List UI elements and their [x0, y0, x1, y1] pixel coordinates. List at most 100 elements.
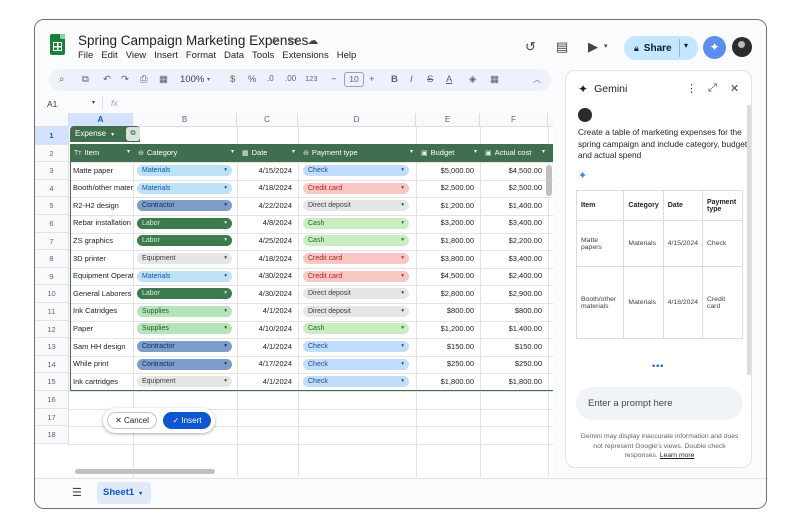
- payment-type-chip[interactable]: Cash ▾: [303, 217, 409, 229]
- column-header-d[interactable]: D: [298, 113, 416, 127]
- chevron-down-icon[interactable]: ▾: [401, 200, 404, 211]
- chevron-down-icon[interactable]: ▾: [224, 359, 227, 370]
- table-row[interactable]: Ink Catridges Supplies ▾ 4/1/2024 Direct dep…: [35, 302, 553, 320]
- chevron-down-icon[interactable]: ▾: [401, 306, 404, 317]
- name-box-dropdown-icon[interactable]: ▾: [92, 99, 95, 106]
- currency-icon[interactable]: $: [230, 74, 235, 85]
- table-row[interactable]: Sam HH design Contractor ▾ 4/1/2024 Check ▾ $1…: [35, 338, 553, 356]
- gemini-toggle-button[interactable]: ✦: [703, 36, 726, 59]
- cell-budget[interactable]: $2,500.00: [416, 179, 480, 197]
- cell-actual-cost[interactable]: $4,500.00: [480, 162, 548, 180]
- print-icon[interactable]: ⎙: [140, 74, 148, 85]
- payment-type-chip[interactable]: Direct deposit ▾: [303, 200, 409, 212]
- category-chip[interactable]: Equipment ▾: [137, 252, 232, 264]
- row-header[interactable]: 1: [35, 127, 69, 145]
- header-budget-dropdown-icon[interactable]: ▾: [474, 144, 477, 162]
- payment-type-chip[interactable]: Check ▾: [303, 376, 409, 388]
- cell-actual-cost[interactable]: $2,400.00: [480, 267, 548, 285]
- cell-actual-cost[interactable]: $1,800.00: [480, 373, 548, 391]
- category-chip[interactable]: Contractor ▾: [137, 200, 232, 212]
- payment-type-chip[interactable]: Check ▾: [303, 164, 409, 176]
- category-chip[interactable]: Labor ▾: [137, 217, 232, 229]
- cell-actual-cost[interactable]: $2,500.00: [480, 179, 548, 197]
- cell-difference[interactable]: -: [548, 320, 553, 338]
- chevron-down-icon[interactable]: ▾: [224, 200, 227, 211]
- header-actual-dropdown-icon[interactable]: ▾: [542, 144, 545, 162]
- row-header[interactable]: 18: [35, 426, 69, 444]
- italic-icon[interactable]: I: [410, 74, 413, 85]
- payment-type-chip[interactable]: Credit card ▾: [303, 182, 409, 194]
- cell-budget[interactable]: $1,200.00: [416, 197, 480, 215]
- chevron-down-icon[interactable]: ▾: [224, 235, 227, 246]
- chevron-down-icon[interactable]: ▾: [401, 165, 404, 176]
- cell-item[interactable]: Equipment Operators: [73, 267, 133, 285]
- increase-decimal-icon[interactable]: .00: [285, 74, 296, 83]
- cell-difference[interactable]: -: [548, 232, 553, 250]
- chevron-down-icon[interactable]: ▾: [224, 341, 227, 352]
- cell-difference[interactable]: -: [548, 285, 553, 303]
- chevron-down-icon[interactable]: ▾: [224, 271, 227, 282]
- cell-item[interactable]: Ink cartridges: [73, 373, 133, 391]
- more-options-icon[interactable]: ⋮: [686, 82, 697, 95]
- formula-input[interactable]: [127, 96, 547, 110]
- header-date-dropdown-icon[interactable]: ▾: [292, 144, 295, 162]
- column-header-g[interactable]: G: [548, 113, 553, 127]
- chevron-down-icon[interactable]: ▾: [401, 341, 404, 352]
- cell-item[interactable]: Rebar installation: [73, 214, 133, 232]
- horizontal-scrollbar[interactable]: [75, 469, 215, 474]
- percent-icon[interactable]: %: [248, 74, 256, 85]
- menu-item-format[interactable]: Format: [186, 50, 216, 61]
- cell-actual-cost[interactable]: $2,900.00: [480, 285, 548, 303]
- header-date[interactable]: ▦ Date ▾: [242, 144, 299, 162]
- chevron-down-icon[interactable]: ▾: [224, 218, 227, 229]
- cell-budget[interactable]: $250.00: [416, 355, 480, 373]
- table-row[interactable]: Rebar installation Labor ▾ 4/8/2024 Cash ▾ $3,…: [35, 214, 553, 232]
- column-header-f[interactable]: F: [480, 113, 548, 127]
- cell-item[interactable]: R2-H2 design: [73, 197, 133, 215]
- table-row[interactable]: ZS graphics Labor ▾ 4/25/2024 Cash ▾ $1,800.00…: [35, 232, 553, 250]
- table-options-icon[interactable]: ⧉: [126, 127, 140, 141]
- row-header[interactable]: 17: [35, 408, 69, 427]
- meet-dropdown-icon[interactable]: ▾: [604, 42, 608, 50]
- chevron-down-icon[interactable]: ▾: [224, 183, 227, 194]
- chevron-down-icon[interactable]: ▾: [401, 323, 404, 334]
- comments-icon[interactable]: ▤: [556, 39, 568, 55]
- cell-item[interactable]: General Laborers: [73, 285, 133, 303]
- category-chip[interactable]: Supplies ▾: [137, 305, 232, 317]
- chevron-down-icon[interactable]: ▾: [401, 271, 404, 282]
- zoom-dropdown-icon[interactable]: ▾: [207, 76, 210, 83]
- chevron-down-icon[interactable]: ▾: [401, 359, 404, 370]
- cell-difference[interactable]: [548, 302, 553, 320]
- cell-date[interactable]: 4/8/2024: [237, 214, 298, 232]
- category-chip[interactable]: Labor ▾: [137, 235, 232, 247]
- cell-budget[interactable]: $1,800.00: [416, 373, 480, 391]
- chevron-down-icon[interactable]: ▾: [224, 306, 227, 317]
- cell-budget[interactable]: $1,200.00: [416, 320, 480, 338]
- cell-date[interactable]: 4/1/2024: [237, 302, 298, 320]
- header-category[interactable]: ⊖ Category ▾: [138, 144, 238, 162]
- cell-item[interactable]: While print: [73, 355, 133, 373]
- number-format-button[interactable]: 123: [305, 74, 318, 83]
- cell-difference[interactable]: [548, 373, 553, 391]
- search-icon[interactable]: ⌕: [59, 74, 64, 85]
- vertical-scrollbar[interactable]: [546, 165, 552, 196]
- cell-budget[interactable]: $800.00: [416, 302, 480, 320]
- chevron-down-icon[interactable]: ▾: [224, 288, 227, 299]
- column-header-b[interactable]: B: [133, 113, 237, 127]
- sheets-logo-icon[interactable]: [50, 34, 65, 55]
- cell-difference[interactable]: [548, 355, 553, 373]
- cell-budget[interactable]: $1,800.00: [416, 232, 480, 250]
- undo-icon[interactable]: ↶: [103, 74, 111, 85]
- category-chip[interactable]: Materials ▾: [137, 164, 232, 176]
- learn-more-link[interactable]: Learn more: [660, 452, 695, 459]
- chevron-down-icon[interactable]: ▾: [224, 376, 227, 387]
- row-header[interactable]: 2: [35, 144, 69, 163]
- folder-icon[interactable]: ▭: [288, 34, 298, 47]
- cell-difference[interactable]: [548, 250, 553, 268]
- cell-actual-cost[interactable]: $1,400.00: [480, 197, 548, 215]
- cloud-status-icon[interactable]: ☁: [307, 34, 318, 47]
- cell-date[interactable]: 4/22/2024: [237, 197, 298, 215]
- chevron-down-icon[interactable]: ▾: [224, 323, 227, 334]
- menu-item-insert[interactable]: Insert: [154, 50, 178, 61]
- meet-icon[interactable]: ▶: [588, 39, 598, 55]
